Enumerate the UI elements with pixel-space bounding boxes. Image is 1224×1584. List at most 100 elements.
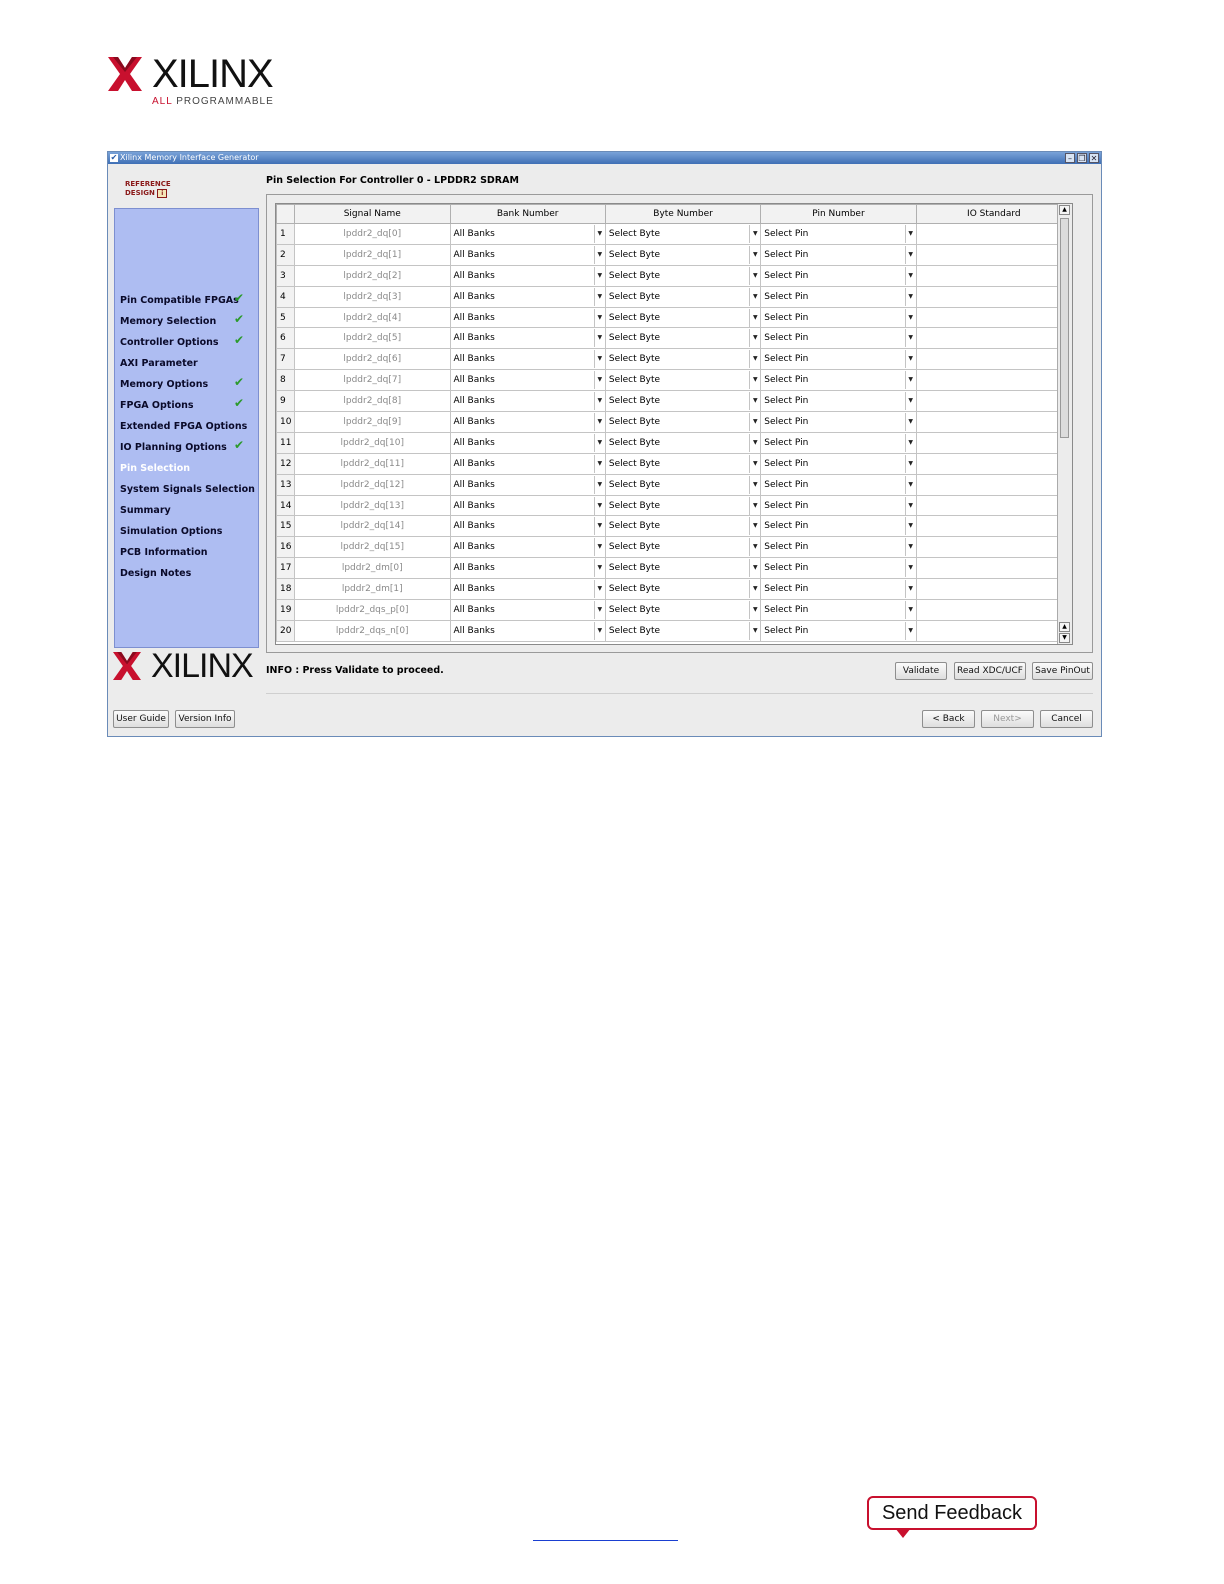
chevron-down-icon[interactable]: ▼ [904, 580, 915, 599]
table-row[interactable]: 9 lpddr2_dq[8] All Banks ▼ Select Byte ▼ Selec… [276, 390, 1072, 413]
chevron-down-icon[interactable]: ▼ [749, 538, 759, 557]
byte-number-dropdown[interactable]: Select Byte ▼ [606, 559, 760, 578]
pin-number-dropdown[interactable]: Select Pin ▼ [761, 454, 916, 473]
table-row[interactable]: 8 lpddr2_dq[7] All Banks ▼ Select Byte ▼ Selec… [276, 369, 1072, 392]
chevron-down-icon[interactable]: ▼ [904, 621, 915, 640]
io-standard-cell[interactable] [915, 619, 1072, 642]
chevron-down-icon[interactable]: ▼ [593, 350, 604, 369]
byte-number-dropdown[interactable]: Select Byte ▼ [606, 580, 760, 599]
chevron-down-icon[interactable]: ▼ [904, 454, 915, 473]
table-row[interactable]: 10 lpddr2_dq[9] All Banks ▼ Select Byte ▼ Sele… [276, 411, 1072, 433]
table-row[interactable]: 3 lpddr2_dq[2] All Banks ▼ Select Byte ▼ Selec… [276, 264, 1072, 287]
chevron-down-icon[interactable]: ▼ [749, 496, 759, 515]
bank-number-dropdown[interactable]: All Banks ▼ [451, 392, 605, 411]
chevron-down-icon[interactable]: ▼ [904, 245, 915, 264]
bank-number-dropdown[interactable]: All Banks ▼ [451, 412, 605, 431]
byte-number-dropdown[interactable]: Select Byte ▼ [606, 454, 760, 473]
chevron-down-icon[interactable]: ▼ [904, 496, 915, 515]
sidebar-item-summary[interactable]: Summary [120, 505, 171, 516]
chevron-down-icon[interactable]: ▼ [904, 559, 915, 578]
pin-number-dropdown[interactable]: Select Pin ▼ [761, 475, 916, 494]
column-header-byte-number[interactable]: Byte Number [604, 204, 762, 224]
sidebar-item-pcb-information[interactable]: PCB Information [120, 547, 208, 558]
pin-number-dropdown[interactable]: Select Pin ▼ [761, 496, 916, 515]
chevron-down-icon[interactable]: ▼ [593, 329, 604, 348]
sidebar-item-memory-options[interactable]: Memory Options [120, 379, 208, 390]
chevron-down-icon[interactable]: ▼ [593, 538, 604, 557]
pin-number-dropdown[interactable]: Select Pin ▼ [761, 433, 916, 452]
chevron-down-icon[interactable]: ▼ [749, 350, 759, 369]
chevron-down-icon[interactable]: ▼ [749, 224, 759, 243]
pin-number-dropdown[interactable]: Select Pin ▼ [761, 266, 916, 285]
bank-number-dropdown[interactable]: All Banks ▼ [451, 559, 605, 578]
byte-number-dropdown[interactable]: Select Byte ▼ [606, 308, 760, 327]
chevron-down-icon[interactable]: ▼ [749, 559, 759, 578]
chevron-down-icon[interactable]: ▼ [593, 412, 604, 431]
io-standard-cell[interactable] [915, 494, 1072, 517]
read-xdc-ucf-button[interactable]: Read XDC/UCF [954, 662, 1026, 680]
scrollbar-thumb[interactable] [1060, 218, 1069, 438]
pin-number-dropdown[interactable]: Select Pin ▼ [761, 371, 916, 390]
table-row[interactable]: 4 lpddr2_dq[3] All Banks ▼ Select Byte ▼ Selec… [276, 285, 1072, 308]
io-standard-cell[interactable] [915, 411, 1072, 433]
pin-number-dropdown[interactable]: Select Pin ▼ [761, 245, 916, 264]
io-standard-cell[interactable] [915, 599, 1072, 621]
byte-number-dropdown[interactable]: Select Byte ▼ [606, 350, 760, 369]
cancel-button[interactable]: Cancel [1040, 710, 1093, 728]
close-icon[interactable]: ✕ [1089, 153, 1099, 163]
table-row[interactable]: 16 lpddr2_dq[15] All Banks ▼ Select Byte ▼ Sel… [276, 536, 1072, 559]
column-header-pin-number[interactable]: Pin Number [760, 204, 917, 224]
table-row[interactable]: 20 lpddr2_dqs_n[0] All Banks ▼ Select Byte ▼ S… [276, 619, 1072, 642]
io-standard-cell[interactable] [915, 431, 1072, 454]
sidebar-item-controller-options[interactable]: Controller Options [120, 337, 219, 348]
minimize-icon[interactable]: – [1065, 153, 1075, 163]
table-row[interactable]: 2 lpddr2_dq[1] All Banks ▼ Select Byte ▼ Selec… [276, 243, 1072, 266]
pin-number-dropdown[interactable]: Select Pin ▼ [761, 538, 916, 557]
chevron-down-icon[interactable]: ▼ [904, 517, 915, 536]
table-row[interactable]: 18 lpddr2_dm[1] All Banks ▼ Select Byte ▼ Sele… [276, 578, 1072, 601]
chevron-down-icon[interactable]: ▼ [749, 517, 759, 536]
table-row[interactable]: 7 lpddr2_dq[6] All Banks ▼ Select Byte ▼ Selec… [276, 348, 1072, 371]
chevron-down-icon[interactable]: ▼ [749, 308, 759, 327]
table-row[interactable]: 11 lpddr2_dq[10] All Banks ▼ Select Byte ▼ Sel… [276, 431, 1072, 454]
table-row[interactable]: 6 lpddr2_dq[5] All Banks ▼ Select Byte ▼ Selec… [276, 327, 1072, 350]
bank-number-dropdown[interactable]: All Banks ▼ [451, 245, 605, 264]
byte-number-dropdown[interactable]: Select Byte ▼ [606, 621, 760, 640]
sidebar-item-pin-selection[interactable]: Pin Selection [120, 463, 190, 474]
column-header-io-standard[interactable]: IO Standard [915, 204, 1072, 224]
chevron-down-icon[interactable]: ▼ [593, 496, 604, 515]
io-standard-cell[interactable] [915, 223, 1072, 245]
io-standard-cell[interactable] [915, 369, 1072, 392]
chevron-down-icon[interactable]: ▼ [904, 266, 915, 285]
bank-number-dropdown[interactable]: All Banks ▼ [451, 287, 605, 306]
table-row[interactable]: 15 lpddr2_dq[14] All Banks ▼ Select Byte ▼ Sel… [276, 515, 1072, 538]
chevron-down-icon[interactable]: ▼ [749, 329, 759, 348]
byte-number-dropdown[interactable]: Select Byte ▼ [606, 412, 760, 431]
chevron-down-icon[interactable]: ▼ [749, 621, 759, 640]
chevron-down-icon[interactable]: ▼ [749, 433, 759, 452]
chevron-down-icon[interactable]: ▼ [749, 412, 759, 431]
pin-number-dropdown[interactable]: Select Pin ▼ [761, 329, 916, 348]
io-standard-cell[interactable] [915, 264, 1072, 287]
pin-number-dropdown[interactable]: Select Pin ▼ [761, 412, 916, 431]
bank-number-dropdown[interactable]: All Banks ▼ [451, 350, 605, 369]
pin-number-dropdown[interactable]: Select Pin ▼ [761, 559, 916, 578]
chevron-down-icon[interactable]: ▼ [904, 433, 915, 452]
table-row[interactable]: 5 lpddr2_dq[4] All Banks ▼ Select Byte ▼ Selec… [276, 306, 1072, 329]
io-standard-cell[interactable] [915, 578, 1072, 601]
byte-number-dropdown[interactable]: Select Byte ▼ [606, 475, 760, 494]
byte-number-dropdown[interactable]: Select Byte ▼ [606, 245, 760, 264]
byte-number-dropdown[interactable]: Select Byte ▼ [606, 517, 760, 536]
bank-number-dropdown[interactable]: All Banks ▼ [451, 454, 605, 473]
table-row[interactable]: 14 lpddr2_dq[13] All Banks ▼ Select Byte ▼ Sel… [276, 494, 1072, 517]
chevron-down-icon[interactable]: ▼ [749, 600, 759, 619]
pin-number-dropdown[interactable]: Select Pin ▼ [761, 392, 916, 411]
byte-number-dropdown[interactable]: Select Byte ▼ [606, 538, 760, 557]
chevron-down-icon[interactable]: ▼ [904, 329, 915, 348]
bank-number-dropdown[interactable]: All Banks ▼ [451, 308, 605, 327]
chevron-down-icon[interactable]: ▼ [904, 308, 915, 327]
sidebar-item-io-planning-options[interactable]: IO Planning Options [120, 442, 227, 453]
chevron-down-icon[interactable]: ▼ [593, 308, 604, 327]
chevron-down-icon[interactable]: ▼ [904, 475, 915, 494]
table-row[interactable]: 1 lpddr2_dq[0] All Banks ▼ Select Byte ▼ Selec… [276, 223, 1072, 245]
